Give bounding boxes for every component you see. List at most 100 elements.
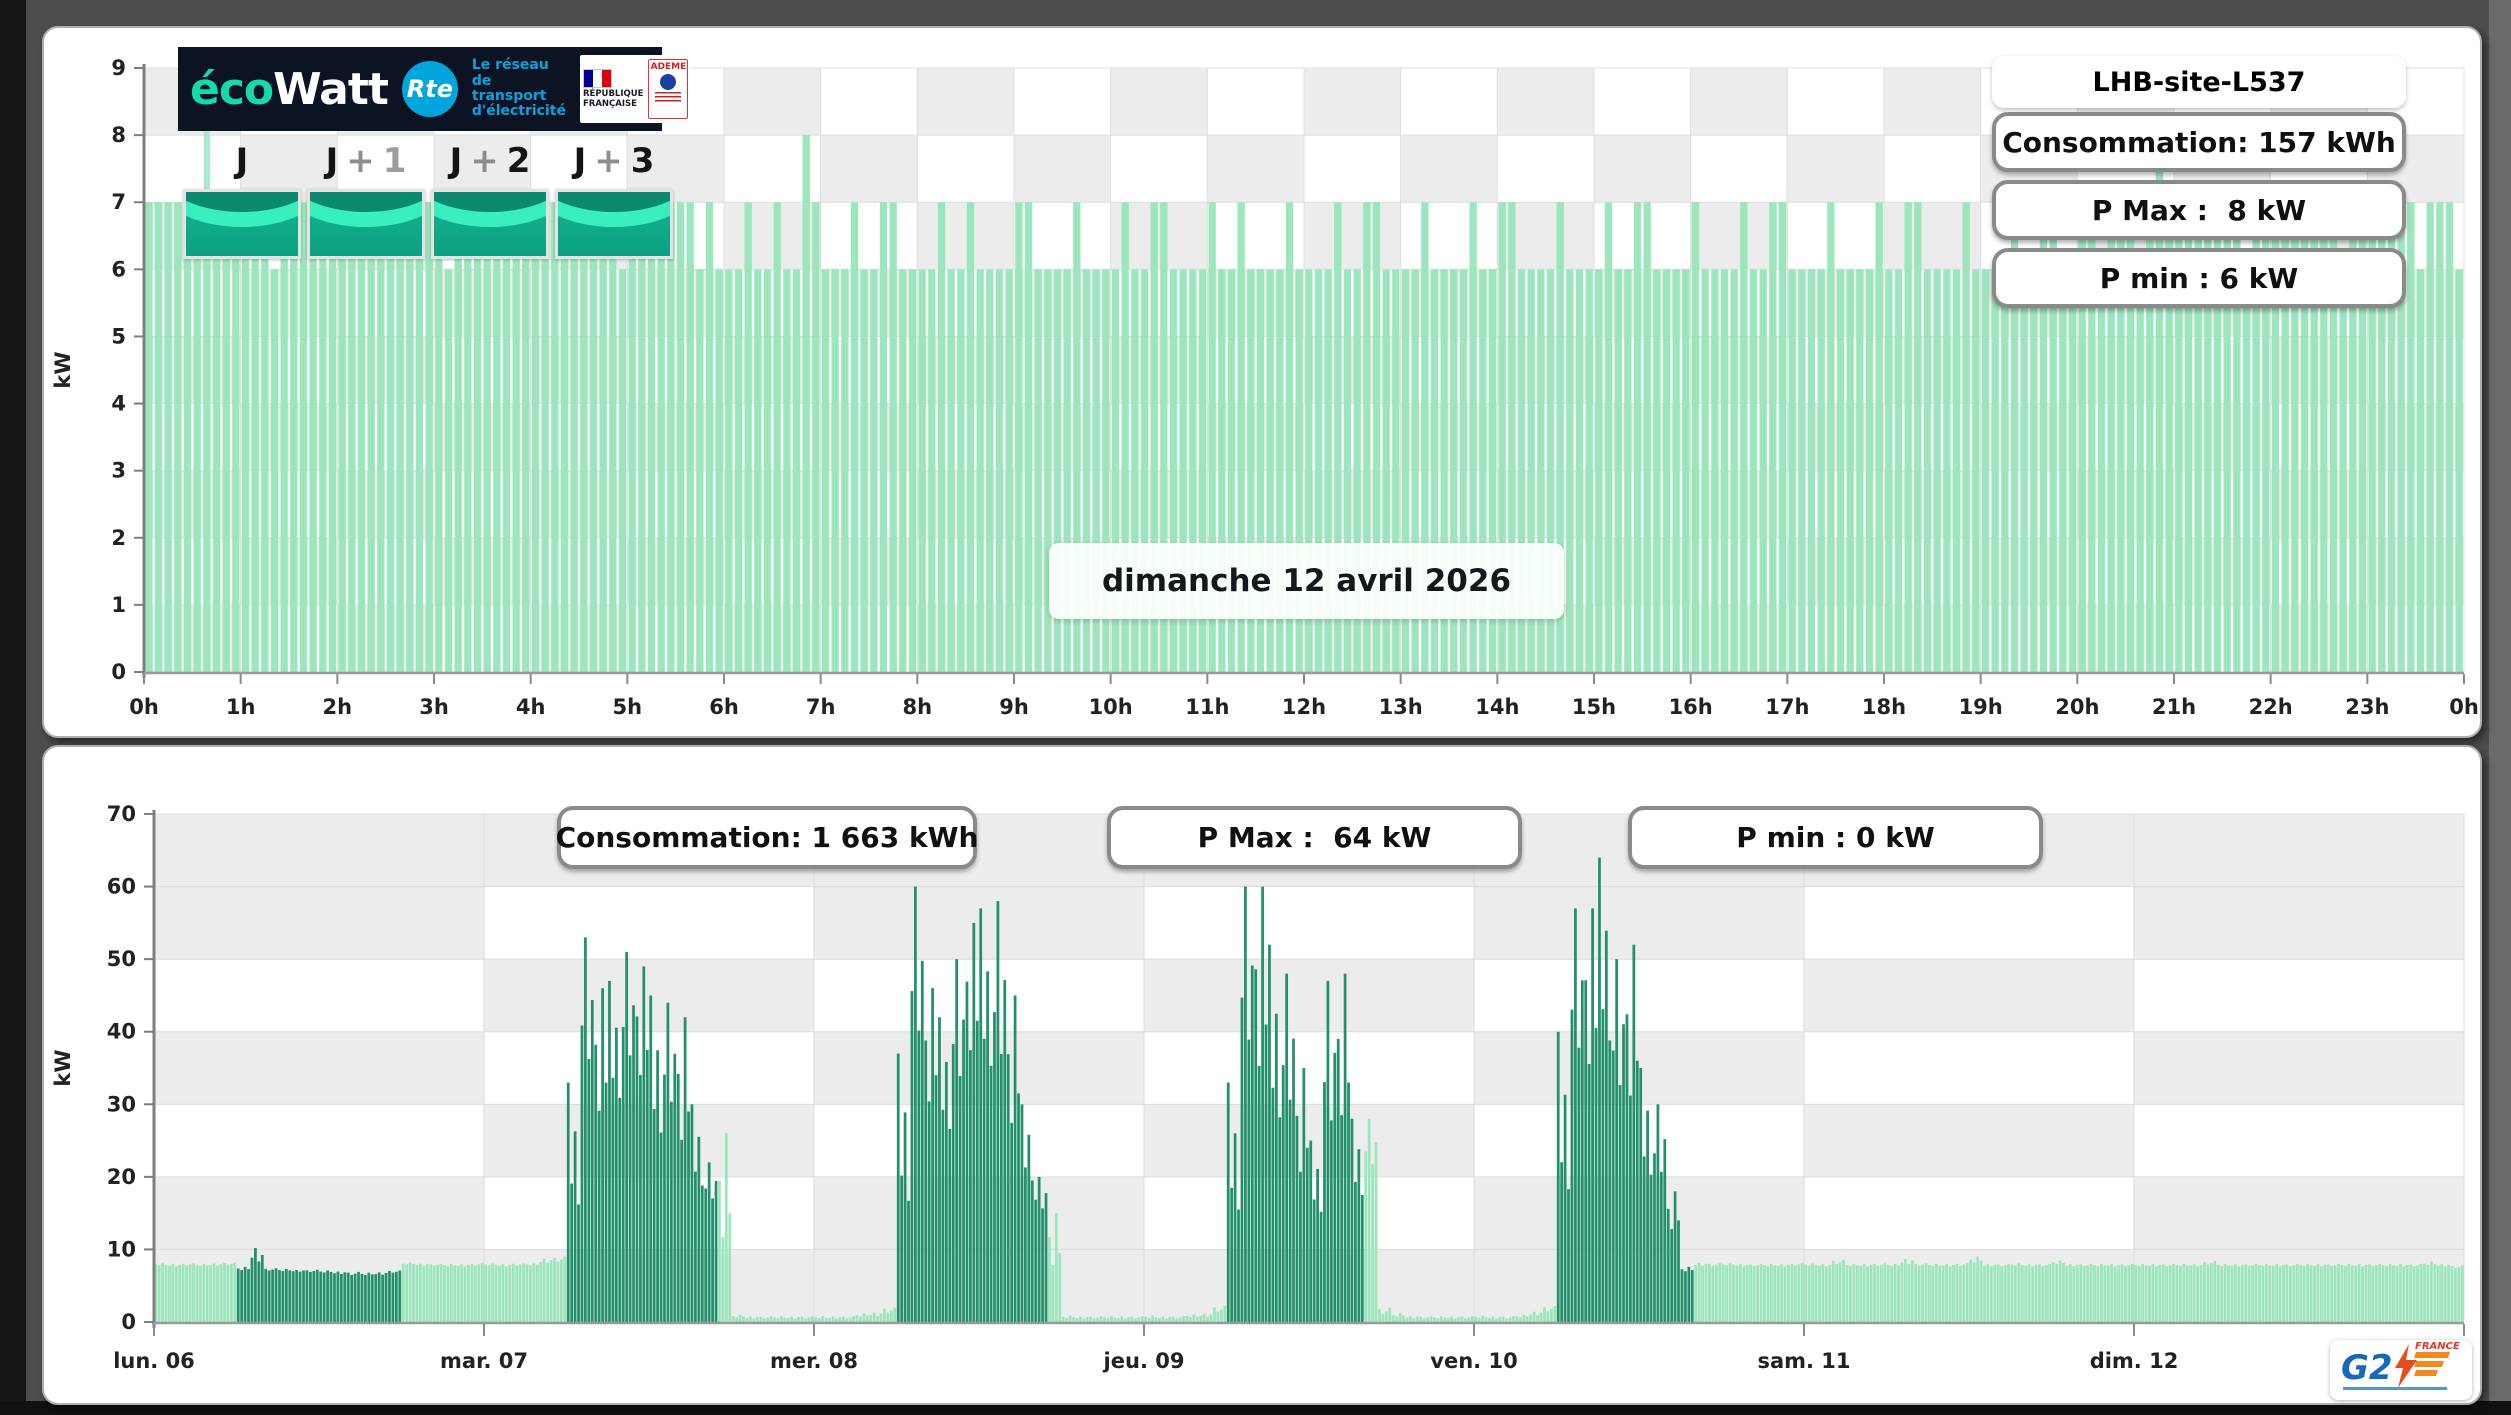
bar <box>587 1058 591 1322</box>
g2e-tagline-line <box>2343 1387 2447 1390</box>
bar <box>370 1274 374 1322</box>
bar <box>531 202 540 672</box>
bar <box>766 1317 769 1322</box>
bar <box>628 1055 632 1322</box>
bar <box>1443 1317 1447 1322</box>
bar <box>267 1270 271 1322</box>
checker-cell <box>483 1103 815 1178</box>
bar <box>487 1265 491 1322</box>
bar <box>618 269 627 672</box>
ecowatt-gauge-image <box>183 189 301 259</box>
bar <box>663 1074 666 1322</box>
checker-cell <box>1803 958 2135 1033</box>
forecast-button-j-label: J <box>183 136 301 186</box>
bar <box>1836 269 1845 672</box>
bar <box>1972 269 1980 672</box>
bar <box>1556 1031 1560 1322</box>
bar <box>609 202 617 672</box>
bar <box>870 269 878 672</box>
ademe-globe-icon <box>660 74 677 90</box>
bar <box>1914 202 1922 672</box>
bar <box>566 1082 570 1322</box>
bar <box>1453 1318 1457 1322</box>
forecast-button-j[interactable]: J <box>183 136 301 259</box>
bar <box>274 1268 278 1322</box>
checker-cell <box>153 1176 485 1250</box>
bar <box>1326 980 1330 1322</box>
bar <box>645 1049 649 1322</box>
bar <box>1470 1316 1474 1322</box>
bar <box>2223 1263 2227 1322</box>
bar <box>1730 269 1738 672</box>
bar <box>2000 1266 2004 1322</box>
bar <box>443 1265 446 1322</box>
x-tick-label: 3h <box>419 695 449 719</box>
bar <box>328 202 337 672</box>
forecast-button-j1[interactable]: J +1 <box>307 136 425 259</box>
bar <box>2020 1264 2024 1322</box>
bar <box>955 959 959 1322</box>
bar <box>1005 269 1013 672</box>
y-tick-label: 20 <box>107 1165 136 1189</box>
bar <box>2299 1265 2303 1322</box>
bar <box>1656 1104 1660 1322</box>
bar <box>1783 1266 1787 1322</box>
bar <box>454 202 462 672</box>
bar <box>889 1310 893 1322</box>
bar <box>1649 1174 1653 1322</box>
bar <box>1835 1263 1839 1322</box>
bar <box>1642 1156 1646 1322</box>
forecast-button-j3[interactable]: J +3 <box>555 136 673 259</box>
bar <box>1969 1259 1973 1322</box>
ecowatt-wordmark-eco: éco <box>190 63 274 115</box>
bar <box>1787 1264 1790 1322</box>
checker-cell <box>1303 134 1402 203</box>
bar <box>1175 1318 1179 1322</box>
bar <box>666 1002 670 1322</box>
bar <box>553 1257 556 1322</box>
bar <box>1123 1318 1127 1322</box>
bar <box>2416 269 2425 672</box>
bar <box>2117 1264 2120 1322</box>
daily-consumption-badge: Consommation: 157 kWh <box>1992 112 2406 172</box>
bar <box>1429 1316 1433 1322</box>
bar <box>1268 944 1271 1322</box>
bar <box>1807 1265 1811 1322</box>
bar <box>2001 269 2009 672</box>
bar <box>2240 1264 2244 1322</box>
bar <box>1068 1315 1072 1322</box>
bar <box>1959 1265 1962 1322</box>
bar <box>1240 997 1244 1322</box>
bar <box>2364 1264 2368 1322</box>
bar <box>181 1263 185 1322</box>
bar <box>611 1077 615 1322</box>
bar <box>783 269 791 672</box>
bar <box>812 202 820 672</box>
checker-cell <box>483 886 815 960</box>
forecast-button-j2[interactable]: J +2 <box>431 136 549 259</box>
bar <box>346 1272 350 1322</box>
bar <box>339 1274 343 1322</box>
bar <box>309 202 317 672</box>
bar <box>1849 1265 1852 1322</box>
bar <box>1563 1094 1567 1322</box>
bar <box>1388 1307 1392 1322</box>
bar <box>357 1271 360 1322</box>
bar <box>1931 1265 1935 1322</box>
bar <box>2251 1265 2254 1322</box>
bar <box>209 1265 213 1322</box>
checker-cell <box>1206 67 1305 136</box>
bar <box>2072 1266 2076 1322</box>
bar <box>405 1264 409 1322</box>
bar <box>1862 1264 1866 1322</box>
bar <box>2285 1264 2289 1322</box>
bar <box>1288 1099 1292 1322</box>
bar <box>2381 1265 2385 1322</box>
bar <box>1769 1263 1773 1322</box>
bar <box>1904 202 1912 672</box>
bar <box>1041 1208 1044 1322</box>
bar <box>1264 1024 1268 1322</box>
bar <box>744 202 752 672</box>
bar <box>2044 1265 2048 1322</box>
bar <box>2192 1264 2196 1322</box>
